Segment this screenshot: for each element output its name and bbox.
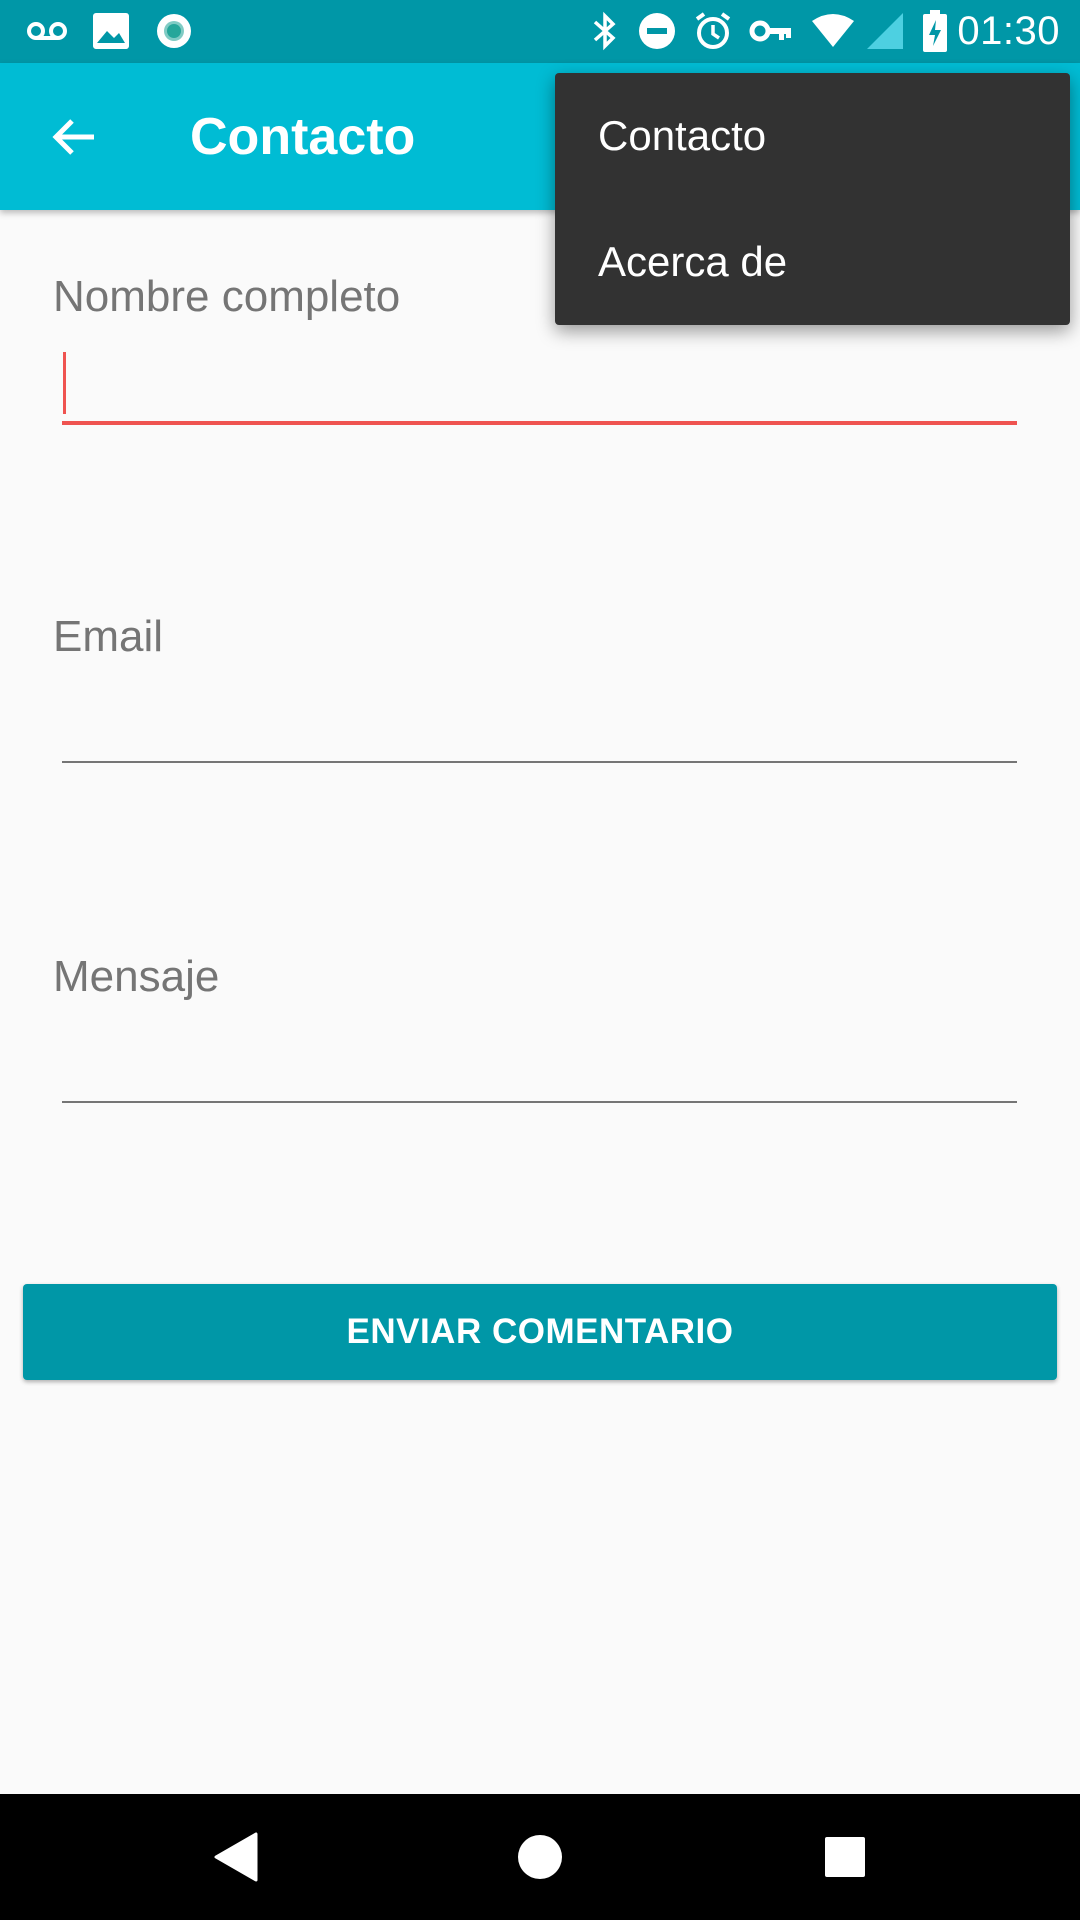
arrow-back-icon xyxy=(52,119,94,155)
menu-item-contacto[interactable]: Contacto xyxy=(555,73,1070,199)
home-nav-button[interactable] xyxy=(505,1822,575,1892)
wifi-icon xyxy=(810,8,856,54)
message-field-underline xyxy=(62,1101,1017,1103)
recents-nav-icon xyxy=(825,1837,865,1877)
back-nav-icon xyxy=(214,1832,258,1882)
overflow-menu: Contacto Acerca de xyxy=(555,73,1070,325)
name-field[interactable] xyxy=(62,348,1017,418)
back-nav-button[interactable] xyxy=(200,1822,270,1892)
alarm-icon xyxy=(690,8,736,54)
do-not-disturb-icon xyxy=(634,8,680,54)
navigation-bar xyxy=(0,1794,1080,1920)
message-field[interactable] xyxy=(62,1030,1017,1100)
back-button[interactable] xyxy=(40,103,108,171)
send-comment-button[interactable]: ENVIAR COMENTARIO xyxy=(23,1284,1057,1380)
name-field-underline xyxy=(62,421,1017,425)
text-cursor xyxy=(63,352,66,414)
email-field-underline xyxy=(62,761,1017,763)
message-label: Mensaje xyxy=(53,952,220,1001)
battery-charging-icon xyxy=(912,8,958,54)
home-nav-icon xyxy=(518,1835,562,1879)
email-label: Email xyxy=(53,612,164,661)
sync-icon xyxy=(151,8,197,54)
page-title: Contacto xyxy=(190,108,416,166)
recents-nav-button[interactable] xyxy=(810,1822,880,1892)
name-label: Nombre completo xyxy=(53,272,401,321)
bluetooth-icon xyxy=(582,8,628,54)
cell-signal-icon xyxy=(862,8,908,54)
menu-item-acerca-de[interactable]: Acerca de xyxy=(555,199,1070,325)
image-icon xyxy=(88,8,134,54)
status-bar: 01:30 xyxy=(0,0,1080,63)
voicemail-icon xyxy=(24,8,70,54)
vpn-key-icon xyxy=(748,8,794,54)
email-field[interactable] xyxy=(62,690,1017,760)
clock: 01:30 xyxy=(957,9,1060,53)
